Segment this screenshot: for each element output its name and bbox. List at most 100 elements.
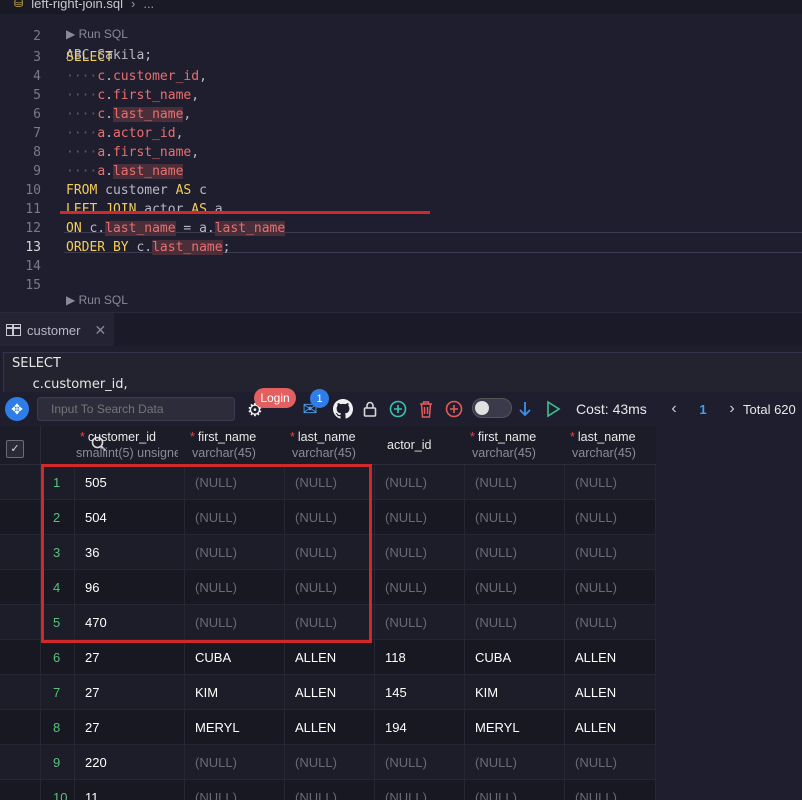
table-cell[interactable]: (NULL) (285, 570, 375, 605)
row-gutter[interactable] (0, 710, 41, 745)
row-gutter[interactable] (0, 570, 41, 605)
table-cell[interactable]: 96 (75, 570, 185, 605)
table-cell[interactable]: (NULL) (285, 780, 375, 800)
table-cell[interactable]: 194 (375, 710, 465, 745)
table-cell[interactable]: 36 (75, 535, 185, 570)
table-cell[interactable]: (NULL) (185, 780, 285, 800)
table-cell[interactable]: 505 (75, 465, 185, 500)
table-cell[interactable]: (NULL) (185, 535, 285, 570)
table-row[interactable]: 6 27 CUBA ALLEN 118 CUBA ALLEN (0, 640, 656, 675)
table-row[interactable]: 5 470 (NULL) (NULL) (NULL) (NULL) (NULL) (0, 605, 656, 640)
table-cell[interactable]: ALLEN (285, 640, 375, 675)
table-cell[interactable]: (NULL) (565, 500, 656, 535)
table-cell[interactable]: (NULL) (185, 465, 285, 500)
table-cell[interactable]: (NULL) (465, 465, 565, 500)
row-gutter[interactable] (0, 465, 41, 500)
table-row[interactable]: 2 504 (NULL) (NULL) (NULL) (NULL) (NULL) (0, 500, 656, 535)
table-cell[interactable]: (NULL) (375, 780, 465, 800)
row-gutter[interactable] (0, 780, 41, 800)
table-cell[interactable]: (NULL) (565, 570, 656, 605)
run-sql-button-2[interactable]: ▶ Run SQL (66, 292, 128, 308)
table-cell[interactable]: KIM (185, 675, 285, 710)
tab-customer[interactable]: customer ✕ (0, 313, 114, 347)
column-header[interactable]: * customer_id smallint(5) unsigned (75, 426, 185, 465)
add-column-icon[interactable] (443, 397, 465, 421)
add-row-icon[interactable] (387, 397, 409, 421)
table-cell[interactable]: 145 (375, 675, 465, 710)
table-cell[interactable]: (NULL) (285, 465, 375, 500)
file-tab[interactable]: ⛁ left-right-join.sql › ... (14, 0, 154, 11)
table-cell[interactable]: ALLEN (285, 710, 375, 745)
table-cell[interactable]: (NULL) (285, 745, 375, 780)
table-cell[interactable]: (NULL) (375, 500, 465, 535)
table-cell[interactable]: (NULL) (465, 605, 565, 640)
trash-icon[interactable] (415, 397, 437, 421)
table-row[interactable]: 3 36 (NULL) (NULL) (NULL) (NULL) (NULL) (0, 535, 656, 570)
lock-icon[interactable] (360, 397, 380, 421)
column-header[interactable]: * last_name varchar(45) (285, 426, 375, 465)
select-all-checkbox[interactable]: ✓ (6, 440, 24, 458)
table-cell[interactable]: ALLEN (565, 640, 656, 675)
table-row[interactable]: 10 11 (NULL) (NULL) (NULL) (NULL) (NULL) (0, 780, 656, 800)
row-gutter[interactable] (0, 605, 41, 640)
edit-mode-toggle[interactable] (472, 398, 512, 418)
table-cell[interactable]: 118 (375, 640, 465, 675)
table-cell[interactable]: (NULL) (375, 535, 465, 570)
table-cell[interactable]: (NULL) (565, 745, 656, 780)
table-cell[interactable]: (NULL) (465, 570, 565, 605)
table-cell[interactable]: (NULL) (565, 780, 656, 800)
table-cell[interactable]: CUBA (465, 640, 565, 675)
row-gutter[interactable] (0, 640, 41, 675)
row-gutter[interactable] (0, 675, 41, 710)
table-cell[interactable]: (NULL) (375, 745, 465, 780)
table-cell[interactable]: (NULL) (375, 605, 465, 640)
table-cell[interactable]: (NULL) (375, 570, 465, 605)
search-input[interactable] (37, 397, 235, 421)
table-cell[interactable]: CUBA (185, 640, 285, 675)
table-cell[interactable]: (NULL) (285, 535, 375, 570)
close-icon[interactable]: ✕ (94, 322, 106, 339)
move-icon[interactable]: ✥ (5, 397, 29, 421)
column-header[interactable]: * last_name varchar(45) (565, 426, 656, 465)
table-cell[interactable]: (NULL) (185, 605, 285, 640)
table-cell[interactable]: (NULL) (185, 500, 285, 535)
chevron-right-icon[interactable]: › (724, 397, 740, 421)
table-cell[interactable]: (NULL) (185, 570, 285, 605)
play-icon[interactable] (543, 397, 563, 421)
table-row[interactable]: 4 96 (NULL) (NULL) (NULL) (NULL) (NULL) (0, 570, 656, 605)
table-cell[interactable]: 470 (75, 605, 185, 640)
table-cell[interactable]: (NULL) (565, 465, 656, 500)
table-cell[interactable]: (NULL) (465, 745, 565, 780)
table-cell[interactable]: 11 (75, 780, 185, 800)
sql-editor[interactable]: 2 ABC Sakila; ▶ Run SQL 3 SELECT 4 ····c.cu… (0, 14, 802, 312)
table-cell[interactable]: 27 (75, 675, 185, 710)
run-sql-button[interactable]: ▶ Run SQL (66, 26, 128, 42)
table-cell[interactable]: ALLEN (285, 675, 375, 710)
github-icon[interactable] (332, 397, 354, 421)
table-cell[interactable]: MERYL (465, 710, 565, 745)
table-row[interactable]: 8 27 MERYL ALLEN 194 MERYL ALLEN (0, 710, 656, 745)
row-gutter[interactable] (0, 745, 41, 780)
table-cell[interactable]: (NULL) (285, 500, 375, 535)
chevron-left-icon[interactable]: ‹ (666, 397, 682, 421)
row-gutter[interactable] (0, 535, 41, 570)
table-cell[interactable]: (NULL) (565, 535, 656, 570)
arrow-down-icon[interactable] (515, 397, 535, 421)
table-cell[interactable]: (NULL) (185, 745, 285, 780)
table-cell[interactable]: (NULL) (465, 500, 565, 535)
table-cell[interactable]: 504 (75, 500, 185, 535)
table-cell[interactable]: (NULL) (465, 535, 565, 570)
column-header[interactable]: * first_name varchar(45) (465, 426, 565, 465)
table-cell[interactable]: KIM (465, 675, 565, 710)
table-cell[interactable]: (NULL) (465, 780, 565, 800)
chevron-right-icon[interactable]: › (131, 0, 135, 11)
table-row[interactable]: 1 505 (NULL) (NULL) (NULL) (NULL) (NULL) (0, 465, 656, 500)
breadcrumb-more[interactable]: ... (143, 0, 154, 11)
table-cell[interactable]: ALLEN (565, 710, 656, 745)
column-header[interactable]: * first_name varchar(45) (185, 426, 285, 465)
table-cell[interactable]: 27 (75, 640, 185, 675)
column-header[interactable]: actor_id (375, 426, 465, 465)
table-cell[interactable]: 220 (75, 745, 185, 780)
table-cell[interactable]: (NULL) (375, 465, 465, 500)
table-row[interactable]: 7 27 KIM ALLEN 145 KIM ALLEN (0, 675, 656, 710)
